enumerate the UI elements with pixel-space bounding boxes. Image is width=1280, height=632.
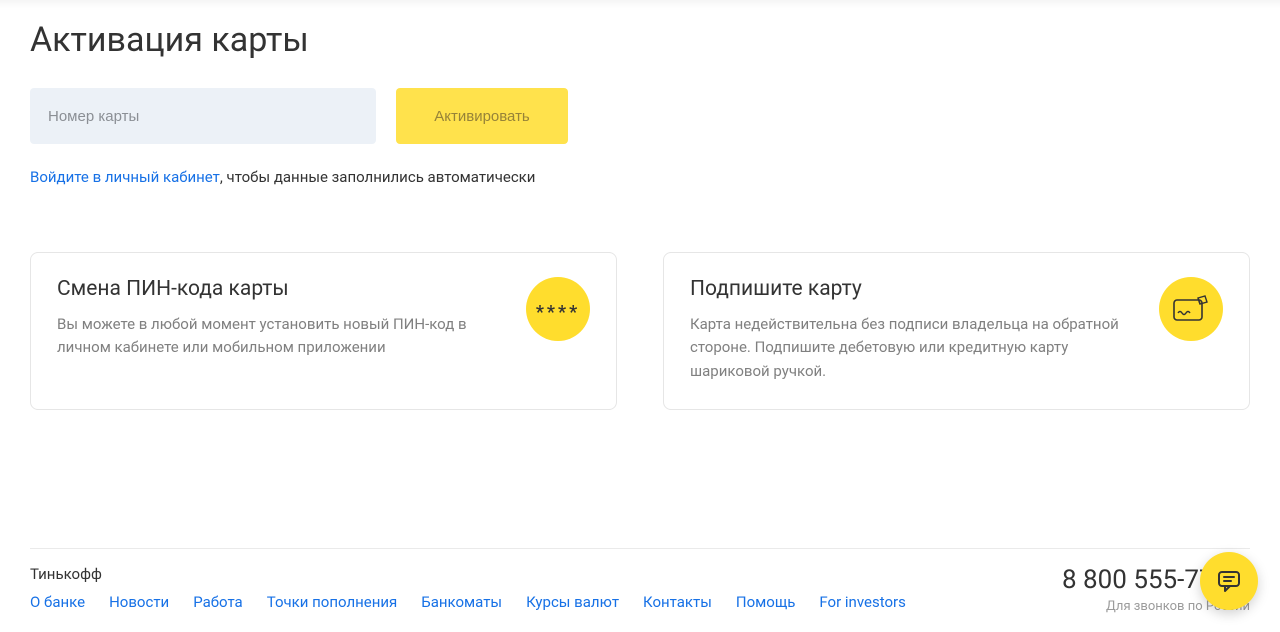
footer-left: Тинькофф О банке Новости Работа Точки по…	[30, 565, 906, 611]
footer-row: Тинькофф О банке Новости Работа Точки по…	[30, 565, 1250, 614]
chat-button[interactable]	[1200, 552, 1258, 610]
sign-card-title: Подпишите карту	[690, 277, 1141, 301]
info-cards-row: Смена ПИН-кода карты Вы можете в любой м…	[30, 252, 1250, 410]
footer-link-about[interactable]: О банке	[30, 593, 85, 611]
sign-card-card: Подпишите карту Карта недействительна бе…	[663, 252, 1250, 410]
page-title: Активация карты	[30, 20, 1250, 60]
sign-card-text: Подпишите карту Карта недействительна бе…	[690, 277, 1141, 383]
sign-card-icon	[1159, 277, 1223, 341]
pin-icon: ****	[526, 277, 590, 341]
pin-change-title: Смена ПИН-кода карты	[57, 277, 508, 301]
activate-button[interactable]: Активировать	[396, 88, 568, 144]
footer-link-news[interactable]: Новости	[109, 593, 169, 611]
card-sign-icon	[1173, 295, 1209, 323]
pin-stars-icon: ****	[536, 302, 580, 323]
footer-link-topup[interactable]: Точки пополнения	[267, 593, 398, 611]
footer-link-contacts[interactable]: Контакты	[643, 593, 712, 611]
footer-link-jobs[interactable]: Работа	[193, 593, 243, 611]
footer-link-rates[interactable]: Курсы валют	[526, 593, 619, 611]
footer-brand: Тинькофф	[30, 565, 906, 583]
login-link[interactable]: Войдите в личный кабинет	[30, 168, 220, 186]
activation-form: Активировать	[30, 88, 1250, 144]
pin-change-card: Смена ПИН-кода карты Вы можете в любой м…	[30, 252, 617, 410]
footer: Тинькофф О банке Новости Работа Точки по…	[0, 548, 1280, 614]
footer-link-atms[interactable]: Банкоматы	[421, 593, 502, 611]
login-hint: Войдите в личный кабинет, чтобы данные з…	[30, 168, 1250, 186]
footer-divider	[30, 548, 1250, 549]
card-number-input[interactable]	[30, 88, 376, 144]
chat-icon	[1216, 568, 1242, 594]
footer-link-investors[interactable]: For investors	[819, 593, 905, 611]
main-container: Активация карты Активировать Войдите в л…	[0, 0, 1280, 410]
login-hint-rest: , чтобы данные заполнились автоматически	[220, 168, 536, 186]
pin-change-desc: Вы можете в любой момент установить новы…	[57, 313, 508, 360]
top-shadow	[0, 0, 1280, 8]
sign-card-desc: Карта недействительна без подписи владел…	[690, 313, 1141, 383]
footer-link-help[interactable]: Помощь	[736, 593, 796, 611]
footer-nav: О банке Новости Работа Точки пополнения …	[30, 593, 906, 611]
pin-change-text: Смена ПИН-кода карты Вы можете в любой м…	[57, 277, 508, 360]
